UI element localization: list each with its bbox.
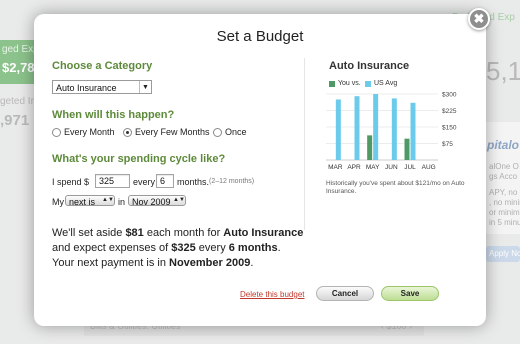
bar-you bbox=[404, 138, 410, 160]
summary-text: every bbox=[195, 242, 229, 254]
chevron-updown-icon: ▲▼ bbox=[173, 197, 185, 203]
months-input[interactable]: 6 bbox=[156, 174, 174, 188]
bar-us-avg bbox=[335, 99, 341, 160]
radio-label: Every Few Months bbox=[135, 127, 210, 137]
ad-line: gs Acco bbox=[489, 172, 518, 181]
month-select-value: Nov 2009 bbox=[132, 197, 171, 207]
set-budget-dialog: Set a Budget Choose a Category Auto Insu… bbox=[34, 14, 486, 326]
months-hint: (2–12 months) bbox=[209, 178, 255, 185]
next-payment-date: November 2009 bbox=[169, 257, 251, 269]
my-label: My bbox=[52, 197, 64, 207]
y-tick-label: $225 bbox=[442, 108, 457, 115]
legend-swatch bbox=[365, 80, 371, 87]
chevron-updown-icon: ▲▼ bbox=[102, 197, 114, 203]
delete-budget-link[interactable]: Delete this budget bbox=[240, 290, 305, 299]
chart-title: Auto Insurance bbox=[329, 60, 410, 72]
summary-line-2: and expect expenses of $325 every 6 mont… bbox=[52, 241, 312, 256]
radio-label: Every Month bbox=[64, 127, 115, 137]
summary-text: Your next payment is in bbox=[52, 257, 169, 269]
month-select[interactable]: Nov 2009 ▲▼ bbox=[128, 195, 186, 207]
bar-us-avg bbox=[410, 102, 416, 160]
summary-line-3: Your next payment is in November 2009. bbox=[52, 256, 312, 271]
category-select-value: Auto Insurance bbox=[56, 83, 117, 93]
radio-circle-selected bbox=[123, 127, 132, 137]
radio-circle bbox=[52, 127, 61, 137]
expense-amount: $325 bbox=[171, 242, 196, 254]
chart-note: Historically you've spent about $121/mo … bbox=[326, 180, 465, 195]
next-is-select[interactable]: next is ▲▼ bbox=[65, 195, 115, 207]
ad-line: in 5 minu bbox=[489, 218, 520, 227]
x-tick-label: AUG bbox=[422, 164, 436, 171]
cycle-heading: What's your spending cycle like? bbox=[52, 153, 226, 165]
summary-text: . bbox=[277, 242, 281, 254]
radio-circle bbox=[213, 127, 222, 137]
y-tick-label: $300 bbox=[442, 92, 457, 99]
legend-swatch bbox=[329, 80, 335, 87]
bar-you bbox=[367, 135, 373, 160]
in-label: in bbox=[118, 197, 126, 207]
x-tick-label: JUL bbox=[404, 164, 416, 171]
when-heading: When will this happen? bbox=[52, 109, 175, 121]
spend-prefix-label: I spend $ bbox=[52, 177, 90, 187]
bar-us-avg bbox=[373, 94, 379, 160]
summary-line-1: We'll set aside $81 each month for Auto … bbox=[52, 226, 312, 241]
radio-every-few-months[interactable]: Every Few Months bbox=[123, 127, 210, 137]
category-select[interactable]: Auto Insurance ▼ bbox=[52, 80, 152, 94]
legend-label: US Avg bbox=[374, 80, 398, 87]
save-button[interactable]: Save bbox=[381, 286, 439, 301]
dialog-title: Set a Budget bbox=[216, 28, 304, 45]
ad-line: , no minim bbox=[489, 198, 520, 207]
x-tick-label: MAR bbox=[328, 164, 343, 171]
right-big-number: 5,19 bbox=[486, 56, 520, 86]
summary-text: We'll set aside bbox=[52, 227, 126, 239]
x-tick-label: MAY bbox=[366, 164, 380, 171]
every-label: every bbox=[133, 177, 156, 187]
legend-label: You vs. bbox=[338, 80, 361, 87]
ad-brand: pitalo bbox=[487, 138, 519, 152]
cancel-button[interactable]: Cancel bbox=[316, 286, 374, 301]
summary-text: . bbox=[250, 257, 254, 269]
budget-summary: We'll set aside $81 each month for Auto … bbox=[52, 226, 312, 271]
radio-label: Once bbox=[225, 127, 247, 137]
expense-period: 6 months bbox=[228, 242, 278, 254]
spending-bar-chart: $300 $225 $150 $75 MAR APR MAY JUN JUL AUG bbox=[326, 92, 457, 171]
y-tick-label: $150 bbox=[442, 125, 457, 132]
ad-line: alOne O bbox=[489, 162, 519, 171]
summary-text: and expect expenses of bbox=[52, 242, 172, 254]
summary-text: each month for bbox=[143, 227, 224, 239]
x-tick-label: JUN bbox=[385, 164, 398, 171]
x-tick-label: APR bbox=[347, 164, 361, 171]
next-is-value: next is bbox=[69, 197, 96, 207]
ad-line: APY, no bbox=[489, 188, 518, 197]
summary-category: Auto Insurance bbox=[223, 227, 304, 239]
chevron-down-icon: ▼ bbox=[139, 81, 151, 93]
legend-item-us-avg: US Avg bbox=[365, 80, 397, 87]
months-label: months. bbox=[177, 177, 210, 187]
column-divider bbox=[304, 58, 305, 230]
bar-us-avg bbox=[391, 98, 397, 160]
close-icon[interactable]: ✖ bbox=[468, 8, 490, 30]
budgeted-income-amount: ,971 bbox=[0, 112, 30, 129]
ad-line: or minimu bbox=[489, 208, 520, 217]
radio-every-month[interactable]: Every Month bbox=[52, 127, 115, 137]
legend-item-you: You vs. bbox=[329, 80, 361, 87]
monthly-setaside-amount: $81 bbox=[125, 227, 144, 239]
advertisement-panel: pitalo alOne O gs Acco APY, no , no mini… bbox=[484, 122, 520, 234]
bar-us-avg bbox=[354, 96, 360, 160]
apply-now-button[interactable]: Apply No bbox=[486, 246, 520, 262]
radio-once[interactable]: Once bbox=[213, 127, 247, 137]
y-tick-label: $75 bbox=[442, 141, 453, 148]
budgeted-expenses-amount: $2,78 bbox=[2, 60, 35, 75]
category-heading: Choose a Category bbox=[52, 60, 153, 72]
amount-input[interactable]: 325 bbox=[95, 174, 130, 188]
